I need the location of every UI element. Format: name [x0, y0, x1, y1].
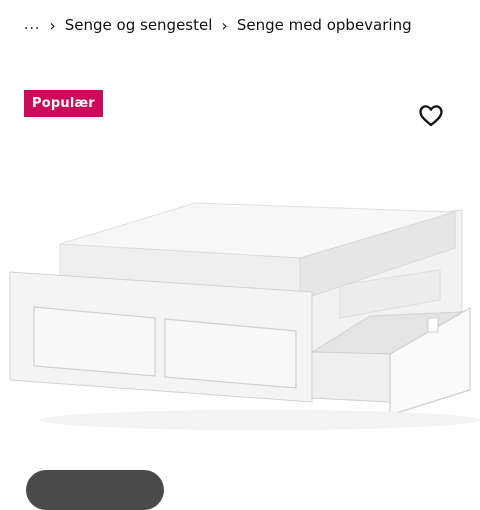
- bed-product-image: [9, 202, 480, 430]
- popular-badge: Populær: [24, 90, 103, 117]
- breadcrumb-item-senge-med-opbevaring[interactable]: Senge med opbevaring: [237, 16, 412, 34]
- breadcrumb-item-senge-og-sengestel[interactable]: Senge og sengestel: [65, 16, 213, 34]
- favorite-button[interactable]: [417, 101, 445, 129]
- action-button[interactable]: [26, 470, 164, 510]
- chevron-right-icon: ›: [49, 15, 56, 35]
- breadcrumb: ... › Senge og sengestel › Senge med opb…: [24, 14, 412, 36]
- heart-outline-icon: [419, 105, 443, 127]
- breadcrumb-ellipsis[interactable]: ...: [24, 17, 40, 33]
- chevron-right-icon: ›: [221, 15, 228, 35]
